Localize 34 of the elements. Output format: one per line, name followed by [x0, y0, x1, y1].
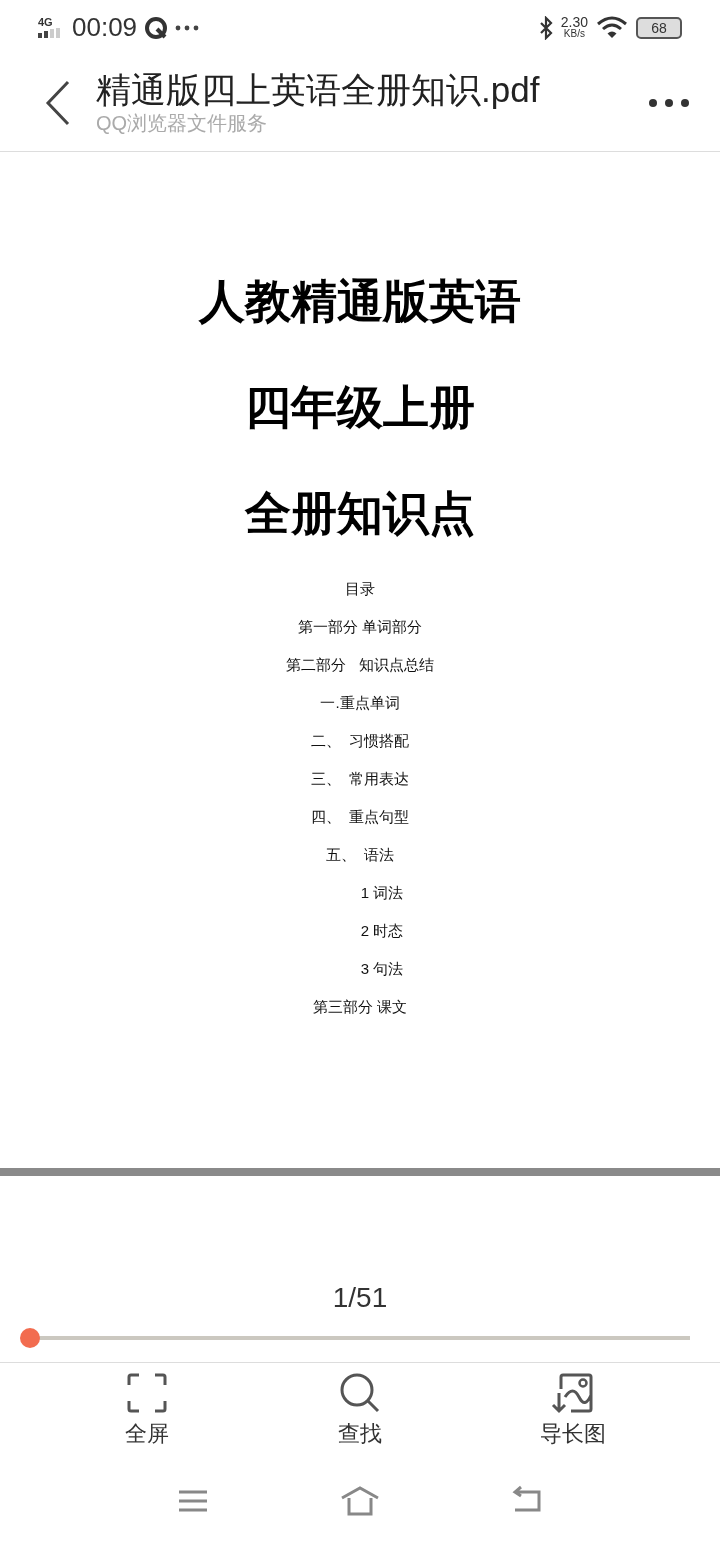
page-counter: 1/51	[332, 1281, 388, 1315]
toc-entry: 第二部分 知识点总结	[286, 655, 434, 675]
fullscreen-button[interactable]: 全屏	[86, 1371, 207, 1449]
toc-entry: 第三部分 课文	[312, 997, 408, 1017]
document-title: 人教精通版英语	[199, 273, 521, 330]
bluetooth-icon	[538, 15, 553, 40]
longimage-button[interactable]: 导长图	[513, 1371, 634, 1449]
more-notifications-icon	[175, 24, 200, 31]
document-title: 四年级上册	[245, 379, 475, 436]
file-title: 精通版四上英语全册知识.pdf	[96, 70, 541, 110]
file-source: QQ浏览器文件服务	[96, 111, 269, 136]
toc-entry: 五、 语法	[325, 845, 395, 865]
speed-value: 2.30	[560, 16, 588, 28]
toc-entry: 三、 常用表达	[310, 769, 410, 789]
browser-logo-icon	[145, 16, 168, 39]
search-icon	[338, 1371, 382, 1415]
toc-entry: 四、 重点句型	[310, 807, 410, 827]
wifi-icon	[596, 15, 628, 40]
document-title: 全册知识点	[245, 485, 475, 542]
image-export-icon	[551, 1371, 596, 1415]
network-label: 4G	[38, 17, 54, 28]
toc-entry: 2 时态	[360, 921, 404, 941]
status-time: 00:09	[72, 12, 138, 43]
toc-entry: 二、 习惯搭配	[310, 731, 410, 751]
toc-entry: 目录	[345, 579, 375, 599]
toc-entry: 一.重点单词	[320, 693, 400, 713]
search-button[interactable]: 查找	[300, 1371, 420, 1449]
signal-icon	[38, 28, 62, 38]
toc-entry: 1 词法	[360, 883, 404, 903]
battery-indicator: 68	[636, 16, 682, 39]
toc-entry: 3 句法	[360, 959, 404, 979]
more-icon[interactable]	[648, 98, 690, 108]
speed-unit: KB/s	[563, 27, 585, 39]
toc-entry: 第一部分 单词部分	[297, 617, 423, 637]
